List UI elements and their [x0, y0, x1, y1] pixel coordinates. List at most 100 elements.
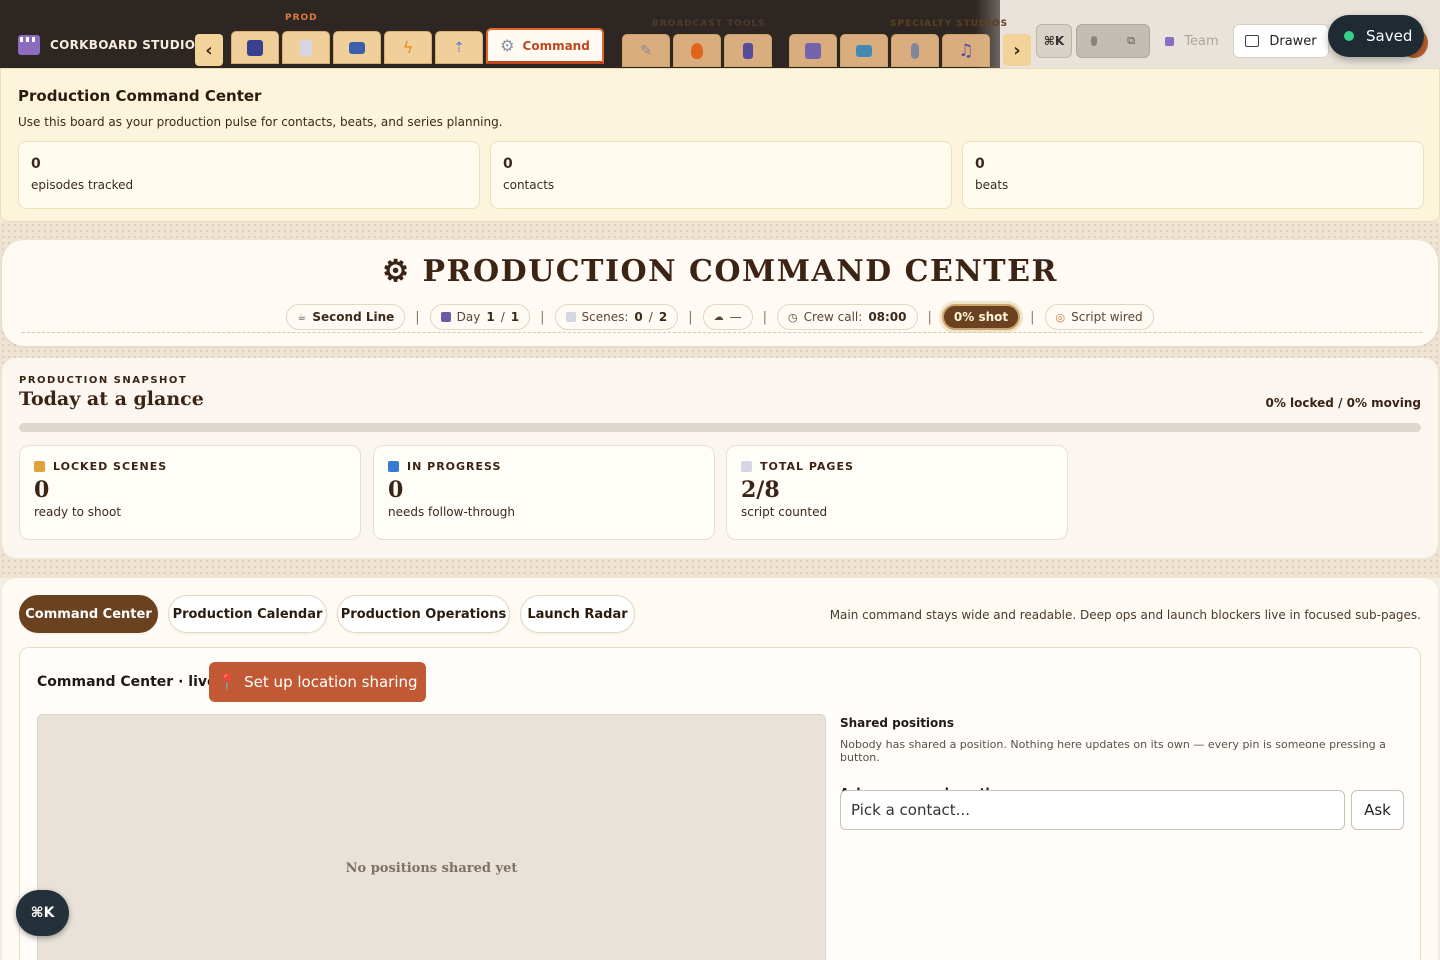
- tab-lightning[interactable]: ϟ: [384, 31, 432, 64]
- command-center-live-card: Command Center · live 📍 Set up location …: [19, 647, 1421, 960]
- total-pages-title: TOTAL PAGES: [760, 460, 854, 473]
- team-button[interactable]: Team: [1156, 24, 1228, 58]
- drawer-label: Drawer: [1269, 33, 1317, 49]
- summary-title: Production Command Center: [18, 87, 262, 105]
- page-title-text: PRODUCTION COMMAND CENTER: [422, 254, 1058, 289]
- in-progress-card: IN PROGRESS 0 needs follow-through: [373, 445, 715, 540]
- weather-chip[interactable]: ☁ —: [702, 304, 753, 330]
- film-strip-icon: [349, 41, 365, 54]
- scenes-chip[interactable]: Scenes: 0 / 2: [554, 304, 679, 330]
- map-pin-icon: 📍: [217, 673, 237, 691]
- saved-label: Saved: [1366, 27, 1413, 45]
- drawer-button[interactable]: Drawer: [1233, 24, 1329, 58]
- tab-fire[interactable]: [673, 34, 721, 67]
- shared-positions-panel: Shared positions Nobody has shared a pos…: [840, 716, 1408, 830]
- lock-icon: [34, 461, 45, 472]
- positions-map[interactable]: No positions shared yet: [37, 714, 826, 960]
- locked-scenes-sub: ready to shoot: [34, 505, 122, 519]
- shared-positions-title: Shared positions: [840, 716, 954, 730]
- script-chip-label: Script wired: [1071, 310, 1143, 324]
- script-chip[interactable]: ◎ Script wired: [1044, 304, 1154, 330]
- clock-icon: ◷: [787, 310, 798, 324]
- shot-progress-chip[interactable]: 0% shot: [941, 304, 1021, 330]
- total-pages-value: 2/8: [741, 477, 780, 503]
- music-note-icon: ♫: [958, 40, 974, 61]
- episodes-label: episodes tracked: [31, 178, 134, 192]
- document-icon: [300, 39, 312, 56]
- separator: |: [540, 309, 545, 325]
- line-chip-label: Second Line: [312, 310, 395, 324]
- total-pages-sub: script counted: [741, 505, 828, 519]
- scenes-label: Scenes:: [581, 310, 629, 324]
- snapshot-ratio: 0% locked / 0% moving: [1265, 396, 1421, 410]
- crew-call-label: Crew call:: [803, 310, 863, 324]
- snapshot-progress-bar: [19, 423, 1421, 432]
- day-label: Day: [456, 310, 481, 324]
- contacts-label: contacts: [503, 178, 555, 192]
- compass-icon: ◎: [1055, 310, 1066, 324]
- separator: |: [688, 309, 693, 325]
- episodes-card: 0 episodes tracked: [18, 141, 480, 209]
- lightning-icon: ϟ: [402, 38, 414, 57]
- in-progress-title: IN PROGRESS: [407, 460, 502, 473]
- separator: |: [762, 309, 767, 325]
- top-navigation-bar: CORKBOARD STUDIO PROD BROADCAST TOOLS SP…: [0, 0, 1440, 68]
- tab-phone[interactable]: [724, 34, 772, 67]
- microphone-icon: [1091, 36, 1098, 46]
- brand[interactable]: CORKBOARD STUDIO: [18, 35, 195, 55]
- floppy-disk-icon: [247, 39, 263, 56]
- day-chip[interactable]: Day 1 / 1: [429, 304, 531, 330]
- tab-command-center[interactable]: Command Center: [19, 595, 158, 633]
- tab-launch-radar[interactable]: Launch Radar: [520, 595, 635, 633]
- total-pages-card: TOTAL PAGES 2/8 script counted: [726, 445, 1068, 540]
- tab-film[interactable]: [333, 31, 381, 64]
- command-palette-button[interactable]: ⌘K: [1036, 24, 1072, 58]
- tab-pen[interactable]: ✎: [622, 34, 670, 67]
- scenes-sep: /: [648, 310, 653, 324]
- line-chip[interactable]: ☕ Second Line: [286, 304, 406, 330]
- group-label-prod: PROD: [285, 13, 318, 23]
- tabs-next-button[interactable]: ›: [1003, 34, 1031, 66]
- tab-microphone[interactable]: [891, 34, 939, 67]
- set-up-location-sharing-button[interactable]: 📍 Set up location sharing: [209, 662, 426, 702]
- production-header: ⚙ PRODUCTION COMMAND CENTER ☕ Second Lin…: [2, 240, 1438, 346]
- tab-production-calendar[interactable]: Production Calendar: [168, 595, 327, 633]
- tab-music[interactable]: ♫: [942, 34, 990, 67]
- crew-call-time: 08:00: [868, 310, 907, 324]
- locked-scenes-title: LOCKED SCENES: [53, 460, 168, 473]
- tab-tv[interactable]: [840, 34, 888, 67]
- snapshot-eyebrow: PRODUCTION SNAPSHOT: [19, 375, 188, 386]
- brand-name: CORKBOARD STUDIO: [50, 38, 196, 52]
- location-button-label: Set up location sharing: [244, 673, 418, 691]
- snapshot-title: Today at a glance: [19, 388, 204, 410]
- tab-command[interactable]: ⚙ Command: [486, 28, 604, 64]
- ask-button[interactable]: Ask: [1351, 790, 1404, 830]
- group-label-specialty: SPECIALTY STUDIOS: [890, 19, 1009, 29]
- tab-clapperboard[interactable]: [789, 34, 837, 67]
- group-label-broadcast: BROADCAST TOOLS: [652, 19, 766, 29]
- page-title: ⚙ PRODUCTION COMMAND CENTER: [2, 254, 1438, 289]
- tabs-prev-button[interactable]: ‹: [195, 34, 223, 66]
- tab-upload[interactable]: ⇡: [435, 31, 483, 64]
- scenes-current: 0: [634, 310, 643, 324]
- crew-call-chip[interactable]: ◷ Crew call: 08:00: [776, 304, 918, 330]
- tab-production-operations[interactable]: Production Operations: [337, 595, 510, 633]
- map-empty-state: No positions shared yet: [345, 861, 518, 876]
- command-palette-fab[interactable]: ⌘K: [16, 890, 69, 936]
- tv-icon: [856, 44, 872, 57]
- view-toggle-group[interactable]: ⧉: [1076, 24, 1150, 58]
- day-total: 1: [510, 310, 520, 324]
- clapperboard-icon: [805, 42, 821, 59]
- saved-toast: Saved: [1328, 15, 1424, 57]
- beats-card: 0 beats: [962, 141, 1424, 209]
- summary-description: Use this board as your production pulse …: [18, 115, 503, 129]
- status-chips: ☕ Second Line | Day 1 / 1 | Scenes: 0 / …: [2, 304, 1438, 330]
- status-dot-icon: [1344, 31, 1354, 41]
- separator: |: [415, 309, 420, 325]
- tab-save[interactable]: [231, 31, 279, 64]
- refresh-icon: [388, 461, 399, 472]
- team-icon: [1165, 36, 1175, 46]
- phone-icon: [743, 42, 753, 59]
- contact-picker[interactable]: [840, 790, 1345, 830]
- tab-document[interactable]: [282, 31, 330, 64]
